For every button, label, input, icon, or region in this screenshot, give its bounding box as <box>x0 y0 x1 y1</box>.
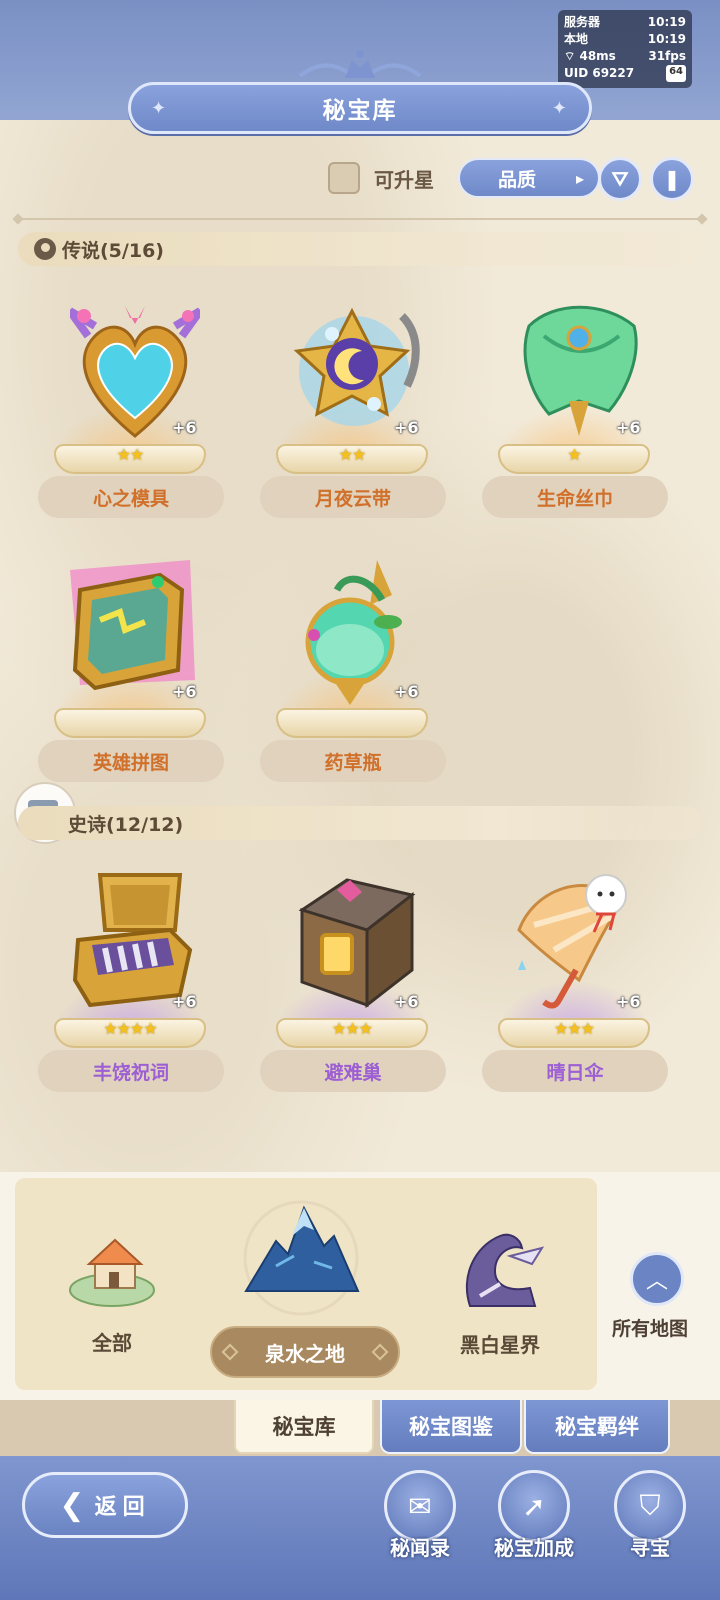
tab-label: 秘宝羁绊 <box>555 1415 639 1439</box>
treasure-name: 丰饶祝词 <box>38 1050 224 1092</box>
wifi-icon: ⌔ <box>564 49 576 63</box>
treasure-card[interactable]: +6 ★★★★ 丰饶祝词 <box>30 870 230 1100</box>
treasure-card[interactable]: +6 ★ 生命丝巾 <box>474 296 674 526</box>
book-icon: ❚ <box>663 167 681 191</box>
treasure-name: 生命丝巾 <box>482 476 668 518</box>
level-badge: +6 <box>616 418 641 437</box>
treasure-card[interactable]: +6 ★★ 心之模具 <box>30 296 230 526</box>
secret-records-button[interactable]: ✉ 秘闻录 <box>380 1470 460 1580</box>
level-badge: +6 <box>394 682 419 701</box>
fps-readout: 31fps <box>648 49 686 63</box>
action-label: 秘宝加成 <box>494 1536 574 1560</box>
island-house-icon <box>69 1238 155 1307</box>
star-rating: ★★ <box>116 445 145 464</box>
star-rating: ★★★★ <box>103 1019 157 1038</box>
treasure-name: 晴日伞 <box>482 1050 668 1092</box>
back-button[interactable]: ❮ 返回 <box>22 1472 188 1538</box>
title-ornament <box>290 46 430 86</box>
upgradable-label: 可升星 <box>374 168 434 192</box>
tab-label: 秘宝库 <box>272 1415 336 1439</box>
level-badge: +6 <box>172 682 197 701</box>
treasure-card[interactable]: +6 ★★★ 避难巢 <box>252 870 452 1100</box>
treasure-name: 英雄拼图 <box>38 740 224 782</box>
section-title: 传说(5/16) <box>62 239 164 262</box>
uid-readout: UID 69227 <box>564 66 635 80</box>
info-button[interactable]: ❚ <box>650 157 694 201</box>
treasure-card[interactable]: +6 ★★ 月夜云带 <box>252 296 452 526</box>
level-badge: +6 <box>394 992 419 1011</box>
ping-value: 48ms <box>579 49 616 63</box>
server-label: 服务器 <box>564 15 601 29</box>
level-badge: +6 <box>616 992 641 1011</box>
pedestal <box>276 708 428 738</box>
ping-readout: ⌔ 48ms <box>564 48 616 65</box>
treasure-name: 心之模具 <box>38 476 224 518</box>
mountain-icon <box>243 1200 360 1316</box>
treasure-card[interactable]: +6 药草瓶 <box>252 560 452 790</box>
pedestal <box>54 708 206 738</box>
map-label: 全部 <box>92 1331 132 1355</box>
filter-button[interactable]: ⛛ <box>598 157 642 201</box>
treasure-card[interactable]: +6 英雄拼图 <box>30 560 230 790</box>
treasure-name: 药草瓶 <box>260 740 446 782</box>
local-label: 本地 <box>564 32 589 46</box>
chevron-up-icon: ︿ <box>645 1269 668 1294</box>
map-item-monochrome-realm[interactable]: 黑白星界 <box>440 1226 560 1358</box>
level-badge: +6 <box>394 418 419 437</box>
server-time: 10:19 <box>647 15 686 29</box>
action-label: 寻宝 <box>630 1536 670 1560</box>
filter-icon: ⛛ <box>611 167 629 191</box>
map-item-all[interactable]: 全部 <box>62 1230 162 1356</box>
battery-icon: 64 <box>666 65 686 82</box>
sparkle-icon: ✦ <box>551 97 569 119</box>
star-rating: ★★★ <box>553 1019 595 1038</box>
treasure-name: 避难巢 <box>260 1050 446 1092</box>
section-header-legendary: 传说(5/16) <box>18 232 702 266</box>
all-maps-button[interactable]: ︿ <box>630 1252 684 1306</box>
tab-treasure-codex[interactable]: 秘宝图鉴 <box>380 1400 522 1454</box>
star-rating: ★★ <box>338 445 367 464</box>
upgradable-checkbox[interactable] <box>328 162 360 194</box>
status-overlay: 服务器 10:19 本地 10:19 ⌔ 48ms 31fps UID 69227 64 <box>558 10 692 88</box>
page-title: 秘宝库 <box>322 98 398 124</box>
star-rating: ★★★ <box>331 1019 373 1038</box>
sort-quality-button[interactable]: 品质 ▸ <box>458 158 600 198</box>
page-title-bar: ✦ 秘宝库 ✦ <box>128 82 592 134</box>
all-maps-label: 所有地图 <box>612 1318 689 1340</box>
back-label: 返回 <box>94 1495 151 1520</box>
tab-treasure-vault[interactable]: 秘宝库 <box>234 1400 374 1454</box>
sort-label: 品质 <box>498 168 537 191</box>
action-label: 秘闻录 <box>390 1536 450 1560</box>
back-arrow-icon: ❮ <box>59 1487 85 1523</box>
section-header-epic: 史诗(12/12) <box>18 806 702 840</box>
divider <box>18 218 702 220</box>
section-title: 史诗(12/12) <box>68 813 184 836</box>
sort-arrow-icon: ▸ <box>575 169 584 188</box>
treasure-name: 月夜云带 <box>260 476 446 518</box>
treasure-bonus-button[interactable]: ➚ 秘宝加成 <box>494 1470 574 1580</box>
sparkle-icon: ✦ <box>151 97 169 119</box>
map-label: 泉水之地 <box>265 1341 345 1366</box>
treasure-hunt-button[interactable]: ⛉ 寻宝 <box>610 1470 690 1580</box>
diamond-ornament-icon <box>221 1343 239 1361</box>
map-item-selected[interactable]: 泉水之地 <box>210 1326 400 1378</box>
tab-treasure-bonds[interactable]: 秘宝羁绊 <box>524 1400 670 1454</box>
treasure-card[interactable]: +6 ★★★ 晴日伞 <box>474 870 674 1100</box>
diamond-ornament-icon <box>371 1343 389 1361</box>
level-badge: +6 <box>172 418 197 437</box>
map-item-spring-land[interactable] <box>236 1196 366 1321</box>
map-label: 黑白星界 <box>460 1333 540 1357</box>
tab-label: 秘宝图鉴 <box>409 1415 493 1439</box>
legendary-icon <box>34 238 56 260</box>
star-rating: ★ <box>567 445 581 464</box>
dragon-ruins-icon <box>465 1233 545 1307</box>
level-badge: +6 <box>172 992 197 1011</box>
local-time: 10:19 <box>647 32 686 46</box>
